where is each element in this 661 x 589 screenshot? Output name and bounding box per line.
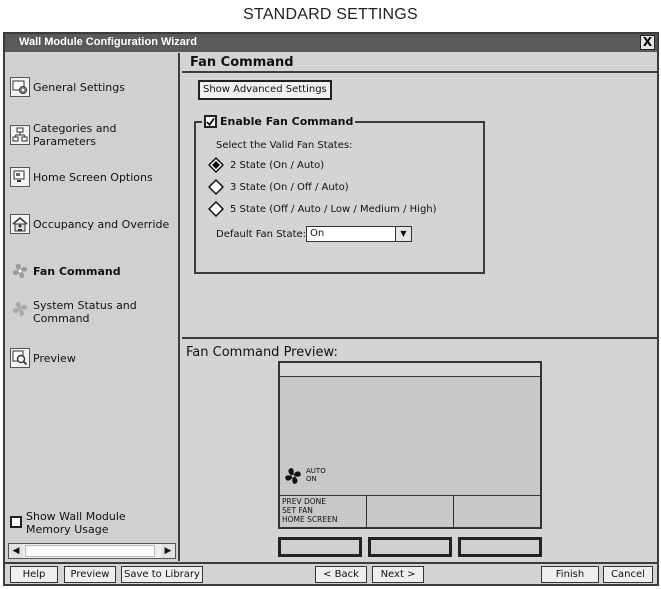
hardware-button-right[interactable] [458, 537, 542, 557]
select-value: On [310, 228, 325, 239]
softkey-bar: PREV DONE SET FAN HOME SCREEN [280, 495, 540, 527]
radio-label: 5 State (Off / Auto / Low / Medium / Hig… [230, 203, 437, 215]
wizard-footer: Help Preview Save to Library < Back Next… [5, 562, 657, 584]
sidebar-horizontal-scrollbar[interactable]: ◀ ▶ [8, 543, 176, 559]
settings-icon [10, 77, 30, 97]
sidebar-item-label: Categories and Parameters [33, 122, 117, 148]
wall-module-display: AUTO ON PREV DONE SET FAN HOME SCREEN [278, 361, 542, 529]
sidebar-item-occupancy[interactable]: Occupancy and Override [10, 209, 178, 239]
sidebar-item-label: Fan Command [33, 264, 121, 278]
softkey-2 [367, 496, 454, 527]
back-button[interactable]: < Back [315, 566, 367, 583]
preview-icon [10, 348, 30, 368]
title-divider [182, 71, 657, 73]
enable-fan-command-label: Enable Fan Command [220, 115, 354, 128]
sidebar-item-label: General Settings [33, 80, 125, 94]
softkey-text: SET FAN [282, 506, 313, 515]
fan-icon [285, 468, 301, 484]
chevron-down-icon[interactable]: ▼ [395, 227, 411, 241]
save-to-library-button[interactable]: Save to Library [121, 566, 203, 583]
fan-state-on: ON [306, 475, 317, 483]
sidebar-item-label: Home Screen Options [33, 170, 153, 184]
scrollbar-thumb[interactable] [25, 545, 155, 557]
sidebar-item-categories[interactable]: Categories and Parameters [10, 120, 178, 150]
radio-label: 2 State (On / Auto) [230, 159, 325, 171]
sidebar-item-home-screen[interactable]: Home Screen Options [10, 162, 178, 192]
scroll-right-arrow-icon[interactable]: ▶ [161, 544, 175, 558]
memory-usage-checkbox-box[interactable] [10, 516, 22, 528]
memory-usage-checkbox[interactable]: Show Wall Module Memory Usage [10, 510, 146, 536]
fan-states-prompt: Select the Valid Fan States: [216, 140, 353, 151]
hardware-button-left[interactable] [278, 537, 362, 557]
house-icon [10, 214, 30, 234]
next-button[interactable]: Next > [372, 566, 424, 583]
fan-state-auto: AUTO [306, 467, 326, 475]
cancel-button[interactable]: Cancel [603, 566, 653, 583]
page-heading: STANDARD SETTINGS [243, 6, 418, 23]
radio-3-state[interactable]: 3 State (On / Off / Auto) [208, 179, 349, 195]
window-titlebar: Wall Module Configuration Wizard X [5, 34, 657, 52]
sidebar-item-general-settings[interactable]: General Settings [10, 72, 178, 102]
radio-5-state[interactable]: 5 State (Off / Auto / Low / Medium / Hig… [208, 201, 437, 217]
wizard-window: Wall Module Configuration Wizard X Gener… [3, 32, 659, 586]
sidebar-item-preview[interactable]: Preview [10, 343, 178, 373]
softkey-3 [454, 496, 540, 527]
preview-title: Fan Command Preview: [186, 345, 338, 360]
monitor-icon [10, 167, 30, 187]
hardware-button-middle[interactable] [368, 537, 452, 557]
hierarchy-icon [10, 125, 30, 145]
default-fan-state-select[interactable]: On ▼ [306, 226, 412, 242]
softkey-text: PREV DONE [282, 497, 327, 506]
window-title: Wall Module Configuration Wizard [19, 36, 197, 48]
preview-panel: Fan Command Preview: AUTO ON PREV DONE S… [182, 339, 657, 561]
sidebar-item-label: System Status and Command [33, 299, 137, 325]
radio-unselected-icon[interactable] [208, 179, 224, 195]
fan-command-panel: Fan Command Show Advanced Settings Enabl… [182, 53, 657, 337]
softkey-text: HOME SCREEN [282, 515, 338, 524]
preview-button[interactable]: Preview [64, 566, 116, 583]
status-icon [10, 299, 30, 319]
enable-fan-command-checkbox[interactable]: Enable Fan Command [202, 115, 356, 128]
sidebar-item-system-status[interactable]: System Status and Command [10, 299, 178, 329]
enable-fan-command-group: Enable Fan Command Select the Valid Fan … [194, 115, 485, 274]
softkey-1: PREV DONE SET FAN HOME SCREEN [280, 496, 367, 527]
page-title: Fan Command [190, 55, 294, 70]
help-button[interactable]: Help [10, 566, 58, 583]
scroll-left-arrow-icon[interactable]: ◀ [9, 544, 23, 558]
sidebar-item-label: Occupancy and Override [33, 217, 170, 231]
radio-unselected-icon[interactable] [208, 201, 224, 217]
radio-selected-icon[interactable] [208, 157, 224, 173]
wizard-sidebar: General Settings Categories and Paramete… [6, 53, 180, 561]
fan-state-readout: AUTO ON [306, 467, 326, 483]
finish-button[interactable]: Finish [541, 566, 599, 583]
radio-2-state[interactable]: 2 State (On / Auto) [208, 157, 324, 173]
display-header [280, 363, 540, 377]
show-advanced-settings-button[interactable]: Show Advanced Settings [198, 80, 332, 100]
radio-label: 3 State (On / Off / Auto) [230, 181, 349, 193]
sidebar-item-fan-command[interactable]: Fan Command [10, 256, 178, 286]
memory-usage-label: Show Wall Module Memory Usage [26, 510, 126, 536]
checkmark-icon[interactable] [204, 115, 217, 128]
sidebar-item-label: Preview [33, 351, 76, 365]
hardware-buttons [278, 537, 542, 557]
fan-icon [10, 261, 30, 281]
close-button[interactable]: X [640, 35, 655, 50]
default-fan-state-label: Default Fan State: [216, 229, 307, 240]
